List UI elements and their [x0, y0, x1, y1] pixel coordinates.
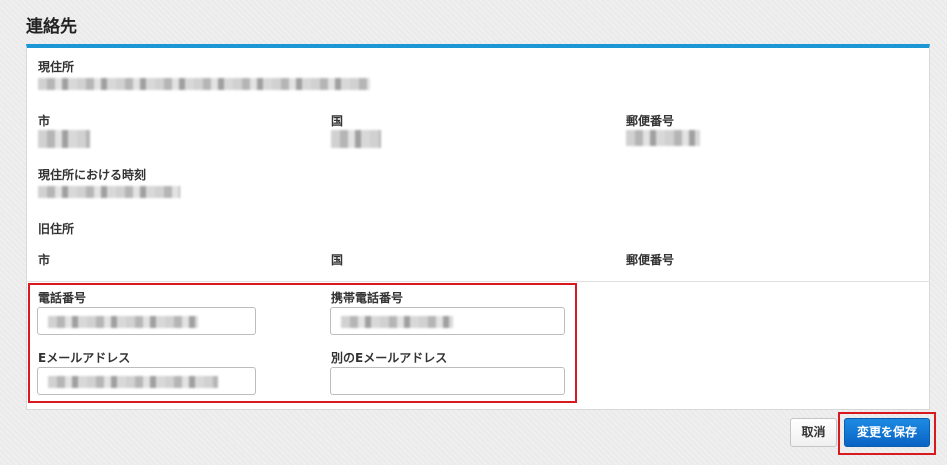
phone-input[interactable] — [37, 307, 256, 335]
current-address-label: 現住所 — [38, 60, 75, 74]
email-value-redacted — [48, 376, 218, 388]
section-divider — [26, 281, 930, 282]
current-time-label: 現住所における時刻 — [38, 168, 147, 182]
alt-email-input[interactable] — [330, 367, 565, 395]
cancel-button[interactable]: 取消 — [790, 418, 837, 447]
save-button[interactable]: 変更を保存 — [844, 418, 930, 447]
mobile-input[interactable] — [330, 307, 565, 335]
city-label: 市 — [38, 114, 51, 128]
mobile-label: 携帯電話番号 — [331, 291, 404, 305]
current-address-value-redacted — [38, 78, 370, 90]
postal-code-label: 郵便番号 — [626, 114, 675, 128]
previous-city-label: 市 — [38, 253, 51, 267]
current-time-value-redacted — [38, 186, 180, 198]
page-title: 連絡先 — [26, 17, 77, 37]
country-label: 国 — [331, 114, 344, 128]
alt-email-label: 別のEメールアドレス — [331, 351, 448, 365]
country-value-redacted — [331, 130, 381, 148]
previous-postal-code-label: 郵便番号 — [626, 253, 675, 267]
phone-value-redacted — [48, 316, 198, 328]
postal-code-value-redacted — [626, 130, 700, 146]
previous-address-label: 旧住所 — [38, 222, 75, 236]
previous-country-label: 国 — [331, 253, 344, 267]
email-label: Eメールアドレス — [38, 351, 131, 365]
mobile-value-redacted — [341, 316, 453, 328]
phone-label: 電話番号 — [38, 291, 87, 305]
city-value-redacted — [38, 130, 90, 148]
email-input[interactable] — [37, 367, 256, 395]
